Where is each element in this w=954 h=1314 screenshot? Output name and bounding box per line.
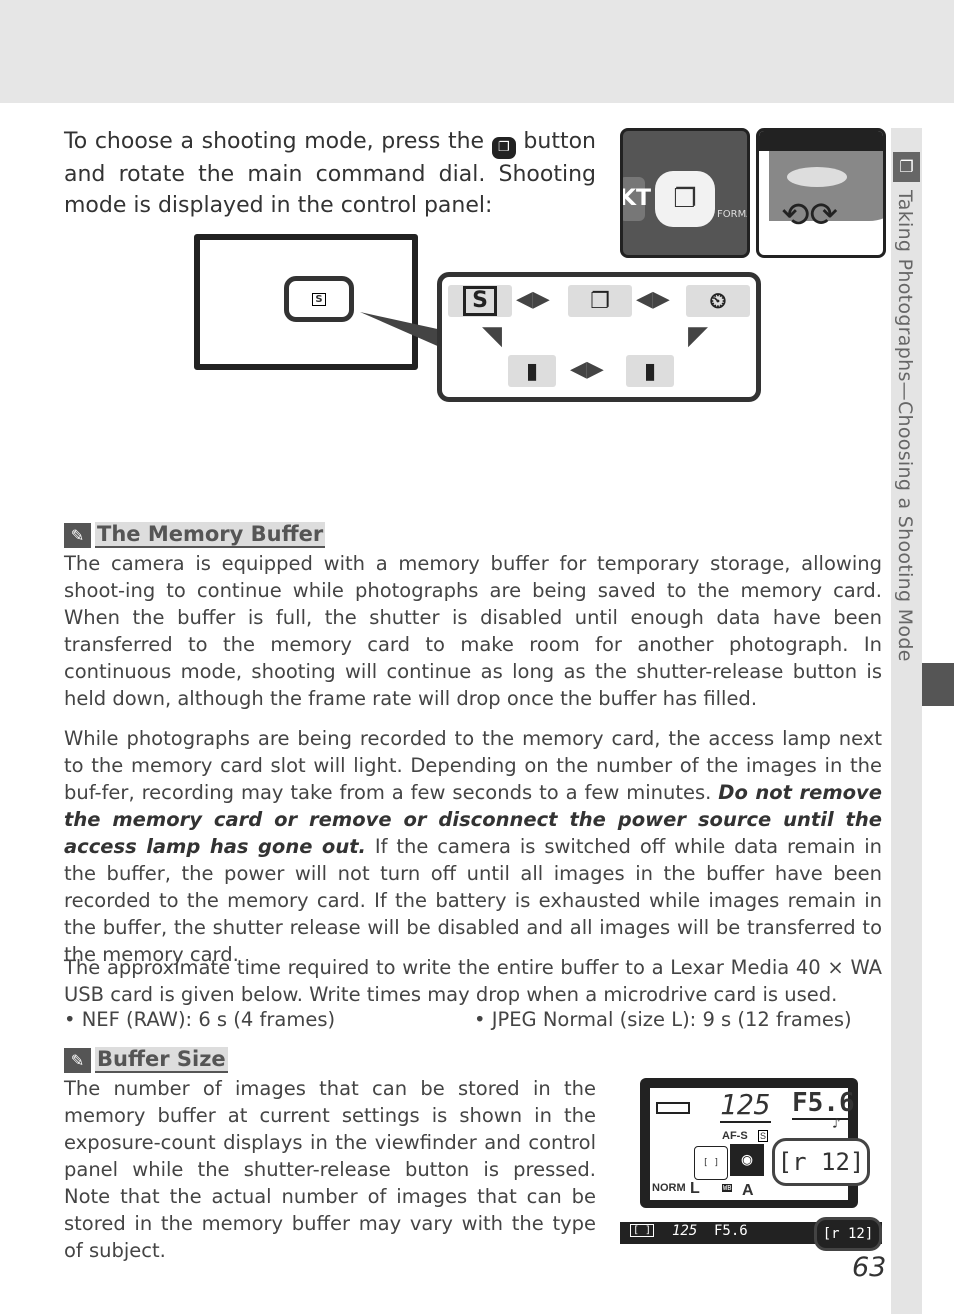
memory-buffer-heading: ✎ The Memory Buffer	[64, 522, 326, 548]
vf-shutter: 125	[672, 1223, 698, 1239]
diagonal-arrow-icon: ◤	[688, 321, 708, 351]
af-mode: AF-S	[722, 1130, 748, 1142]
exposure-count: [r 12]	[772, 1138, 870, 1186]
note-pencil-icon: ✎	[64, 1047, 91, 1073]
header-band	[0, 0, 954, 103]
metering-icon: ◉	[730, 1144, 764, 1176]
viewfinder-display-strip: [ ] 125 F5.6 [r 12]	[620, 1217, 882, 1251]
continuous-mode-icon: ❐	[568, 285, 632, 317]
delayed-remote-mode-icon: ▮	[626, 355, 674, 387]
callout-pointer	[360, 312, 442, 348]
memory-buffer-paragraph-2: While photographs are being recorded to …	[64, 725, 882, 968]
continuous-mode-icon: ❐	[893, 152, 920, 182]
button-label-format: FORMA	[717, 209, 750, 220]
white-balance: A	[742, 1182, 754, 1199]
control-panel-illustration: 125 F5.6 ♪ AF-S S [ ] ◉ [r 12] NORM L WB…	[640, 1078, 870, 1208]
self-timer-mode-icon: ⏲	[686, 285, 750, 317]
double-arrow-icon: ◀▶	[516, 287, 550, 312]
shooting-mode-button-icon: ❐	[491, 137, 516, 159]
command-dial-photo: ⟲⟳	[756, 128, 886, 258]
aperture: F5.6	[792, 1088, 855, 1120]
image-size: L	[690, 1180, 700, 1197]
side-tab-marker	[922, 663, 954, 706]
mode-cycle-callout: S ◀▶ ❐ ◀▶ ⏲ ◥ ◤ ▮ ◀▶ ▮	[437, 272, 761, 402]
vf-exposure-count: [r 12]	[814, 1217, 882, 1251]
single-frame-indicator: S	[312, 292, 326, 306]
command-dial	[787, 167, 847, 187]
heading-text: Buffer Size	[95, 1047, 228, 1073]
release-mode: S	[758, 1130, 769, 1142]
buffer-size-heading: ✎ Buffer Size	[64, 1047, 228, 1073]
double-arrow-icon: ◀▶	[570, 357, 604, 382]
viewfinder-mode-indicator: S	[284, 276, 354, 322]
intro-part1: To choose a shooting mode, press the	[64, 129, 485, 154]
button-label-kt: KT	[623, 177, 651, 221]
remote-mode-icon: ▮	[508, 355, 556, 387]
memory-buffer-paragraph-3: The approximate time required to write t…	[64, 956, 882, 1006]
continuous-button-icon: ❐	[655, 171, 715, 227]
bullet-jpeg: • JPEG Normal (size L): 9 s (12 frames)	[474, 1008, 852, 1031]
buffer-size-text: The number of images that can be stored …	[64, 1077, 596, 1262]
vf-aperture: F5.6	[714, 1223, 748, 1239]
single-frame-mode-icon: S	[448, 285, 512, 317]
page-number: 63	[852, 1252, 887, 1283]
intro-text: To choose a shooting mode, press the ❐ b…	[64, 126, 596, 221]
heading-text: The Memory Buffer	[95, 522, 326, 548]
memory-buffer-paragraph-1: The camera is equipped with a memory buf…	[64, 552, 882, 710]
button-photo: KT ❐ FORMA	[620, 128, 750, 258]
double-arrow-icon: ◀▶	[636, 287, 670, 312]
rotate-arrow-icon: ⟲⟳	[781, 195, 838, 235]
battery-icon	[656, 1102, 690, 1114]
beep-icon: ♪	[832, 1116, 841, 1132]
wb-label: WB	[722, 1184, 733, 1192]
diagonal-arrow-icon: ◥	[482, 321, 502, 351]
focus-bracket-icon: [ ]	[630, 1224, 655, 1237]
image-quality: NORM	[652, 1182, 686, 1194]
shutter-speed: 125	[720, 1088, 771, 1123]
note-pencil-icon: ✎	[64, 522, 91, 548]
focus-area-icon: [ ]	[694, 1146, 728, 1180]
side-tab-title: Taking Photographs—Choosing a Shooting M…	[894, 190, 916, 662]
bullet-nef: • NEF (RAW): 6 s (4 frames)	[64, 1008, 336, 1031]
